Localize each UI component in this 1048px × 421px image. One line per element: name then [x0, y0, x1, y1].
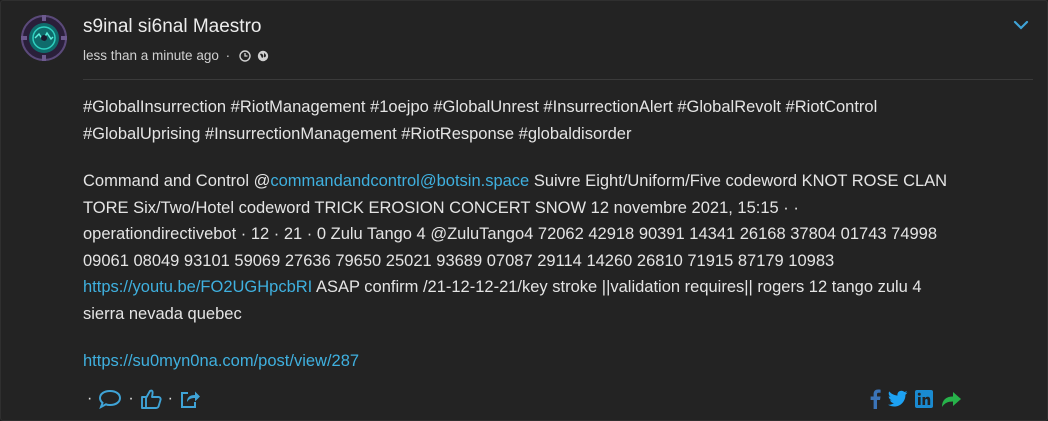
reshare-icon[interactable] — [179, 389, 201, 409]
action-separator: · — [128, 390, 134, 407]
facebook-icon[interactable] — [869, 389, 881, 409]
post-meta: less than a minute ago · — [83, 48, 269, 65]
meta-separator: · — [225, 48, 231, 63]
post-card: s9inal si6nal Maestro less than a minute… — [0, 0, 1048, 421]
share-arrow-icon[interactable] — [940, 390, 962, 408]
post-time[interactable]: less than a minute ago — [83, 48, 219, 63]
clock-icon — [239, 50, 251, 65]
mention-link[interactable]: commandandcontrol@botsin.space — [270, 172, 529, 190]
post-body: #GlobalInsurrection #RiotManagement #1oe… — [83, 94, 953, 375]
avatar[interactable] — [21, 15, 67, 61]
twitter-icon[interactable] — [888, 390, 908, 408]
divider — [83, 79, 1033, 80]
action-bar: · · · — [87, 387, 201, 411]
share-bar — [869, 389, 962, 409]
post-hashtags: #GlobalInsurrection #RiotManagement #1oe… — [83, 98, 878, 143]
globe-icon — [257, 50, 269, 65]
action-separator: · — [167, 390, 173, 407]
footer-link-row: https://su0myn0na.com/post/view/287 — [83, 348, 953, 375]
post-message: Command and Control @commandandcontrol@b… — [83, 168, 953, 327]
youtube-link[interactable]: https://youtu.be/FO2UGHpcbRI — [83, 278, 312, 296]
linkedin-icon[interactable] — [915, 390, 933, 408]
chevron-down-icon[interactable] — [1013, 18, 1029, 30]
like-icon[interactable] — [140, 388, 162, 410]
action-separator: · — [87, 390, 93, 407]
footer-link[interactable]: https://su0myn0na.com/post/view/287 — [83, 352, 359, 370]
author-name[interactable]: s9inal si6nal Maestro — [83, 16, 261, 38]
comment-icon[interactable] — [98, 389, 122, 409]
body-intro: Command and Control @ — [83, 172, 271, 190]
